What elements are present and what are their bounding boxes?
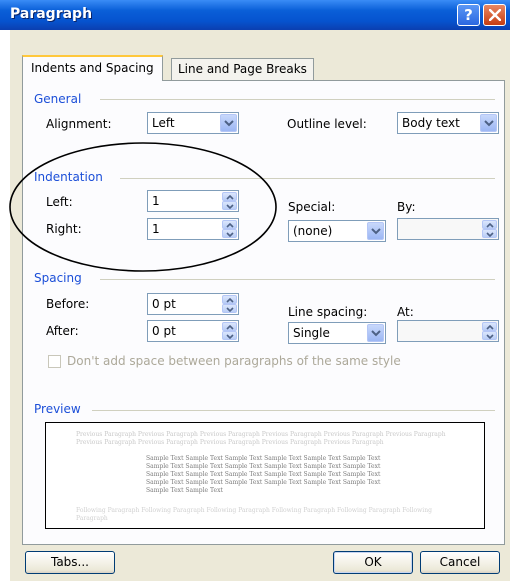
preview-box: Previous Paragraph Previous Paragraph Pr… <box>45 422 485 529</box>
indent-right-value: 1 <box>152 222 160 236</box>
tab-line-and-page-breaks[interactable]: Line and Page Breaks <box>171 58 314 80</box>
arrow-up-icon <box>486 223 494 228</box>
arrow-up-icon <box>226 223 234 228</box>
no-space-checkbox[interactable] <box>48 355 61 368</box>
spin-up-button[interactable] <box>222 322 237 331</box>
spin-down-button[interactable] <box>222 331 237 340</box>
indent-left-spinner[interactable] <box>222 192 237 210</box>
arrow-down-icon <box>226 307 234 312</box>
tab-label: Line and Page Breaks <box>178 62 307 76</box>
tabs-button-label: Tabs... <box>50 555 89 569</box>
chevron-down-icon <box>371 228 381 235</box>
arrow-up-icon <box>226 298 234 303</box>
preview-divider <box>92 410 495 411</box>
ok-button[interactable]: OK <box>333 551 413 574</box>
line-spacing-dropdown-button[interactable] <box>367 324 384 342</box>
spin-up-button[interactable] <box>222 295 237 304</box>
spacing-divider <box>100 279 495 280</box>
arrow-up-icon <box>226 195 234 200</box>
by-label: By: <box>397 200 416 214</box>
indent-right-label: Right: <box>46 222 82 236</box>
indent-right-spinner[interactable] <box>222 220 237 238</box>
dialog-title: Paragraph <box>10 6 93 22</box>
special-value: (none) <box>293 224 333 238</box>
help-icon: ? <box>464 6 473 24</box>
close-button[interactable] <box>483 4 506 26</box>
alignment-select[interactable]: Left <box>147 112 239 134</box>
preview-header: Preview <box>34 402 87 416</box>
preview-sample-text: Sample Text Sample Text Sample Text Samp… <box>146 455 381 494</box>
ok-button-label: OK <box>364 555 382 569</box>
general-divider <box>100 99 495 100</box>
spin-up-button[interactable] <box>222 192 237 201</box>
cancel-button-label: Cancel <box>439 555 481 569</box>
window-left-edge <box>0 30 10 581</box>
line-spacing-label: Line spacing: <box>288 305 368 319</box>
spin-down-button[interactable] <box>482 229 497 238</box>
spin-down-button[interactable] <box>222 201 237 210</box>
spacing-after-label: After: <box>46 324 79 338</box>
indent-left-label: Left: <box>46 195 73 209</box>
help-button[interactable]: ? <box>457 4 480 26</box>
at-spinner[interactable] <box>482 322 497 340</box>
tab-indents-and-spacing[interactable]: Indents and Spacing <box>22 55 163 81</box>
close-icon <box>489 9 501 21</box>
indentation-header: Indentation <box>34 170 109 184</box>
preview-following-paragraph: Following Paragraph Following Paragraph … <box>76 507 432 522</box>
special-dropdown-button[interactable] <box>367 222 384 240</box>
spacing-before-input[interactable]: 0 pt <box>147 293 239 315</box>
alignment-label: Alignment: <box>46 117 112 131</box>
special-select[interactable]: (none) <box>288 220 386 242</box>
alignment-dropdown-button[interactable] <box>220 114 237 132</box>
spacing-after-input[interactable]: 0 pt <box>147 320 239 342</box>
arrow-down-icon <box>486 232 494 237</box>
spacing-after-spinner[interactable] <box>222 322 237 340</box>
indent-left-input[interactable]: 1 <box>147 190 239 212</box>
indent-left-value: 1 <box>152 194 160 208</box>
tab-label: Indents and Spacing <box>31 61 154 75</box>
general-header: General <box>34 92 88 106</box>
by-input[interactable] <box>397 218 499 240</box>
special-label: Special: <box>288 200 336 214</box>
chevron-down-icon <box>371 330 381 337</box>
arrow-down-icon <box>226 334 234 339</box>
line-spacing-select[interactable]: Single <box>288 322 386 344</box>
spin-down-button[interactable] <box>222 304 237 313</box>
spacing-before-label: Before: <box>46 297 90 311</box>
arrow-up-icon <box>226 325 234 330</box>
outline-level-dropdown-button[interactable] <box>480 114 497 132</box>
spin-down-button[interactable] <box>222 229 237 238</box>
alignment-value: Left <box>152 116 175 130</box>
arrow-down-icon <box>226 232 234 237</box>
at-input[interactable] <box>397 320 499 342</box>
chevron-down-icon <box>484 120 494 127</box>
spacing-header: Spacing <box>34 271 88 285</box>
spin-up-button[interactable] <box>482 220 497 229</box>
arrow-down-icon <box>486 334 494 339</box>
tabs-button[interactable]: Tabs... <box>25 551 115 574</box>
spacing-before-value: 0 pt <box>152 297 176 311</box>
indent-right-input[interactable]: 1 <box>147 218 239 240</box>
no-space-checkbox-label: Don't add space between paragraphs of th… <box>67 354 401 368</box>
preview-previous-paragraph: Previous Paragraph Previous Paragraph Pr… <box>76 431 446 446</box>
by-spinner[interactable] <box>482 220 497 238</box>
spin-up-button[interactable] <box>482 322 497 331</box>
paragraph-dialog: Paragraph ? Indents and Spacing Line and… <box>0 0 510 581</box>
spacing-before-spinner[interactable] <box>222 295 237 313</box>
chevron-down-icon <box>224 120 234 127</box>
line-spacing-value: Single <box>293 326 330 340</box>
outline-level-select[interactable]: Body text <box>397 112 499 134</box>
spin-down-button[interactable] <box>482 331 497 340</box>
outline-level-value: Body text <box>402 116 460 130</box>
arrow-up-icon <box>486 325 494 330</box>
arrow-down-icon <box>226 204 234 209</box>
outline-level-label: Outline level: <box>287 117 367 131</box>
indentation-divider <box>120 178 495 179</box>
at-label: At: <box>397 305 414 319</box>
spin-up-button[interactable] <box>222 220 237 229</box>
cancel-button[interactable]: Cancel <box>420 551 500 574</box>
title-bar[interactable]: Paragraph ? <box>0 0 510 30</box>
spacing-after-value: 0 pt <box>152 324 176 338</box>
